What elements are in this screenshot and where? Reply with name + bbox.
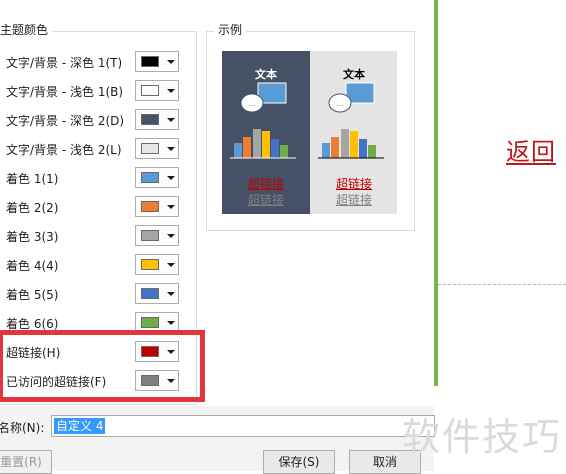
color-picker-button[interactable] — [135, 196, 179, 217]
color-picker-button[interactable] — [135, 283, 179, 304]
theme-color-row: 文字/背景 - 浅色 1(B) — [6, 80, 186, 102]
sample-shapes-icon: … — [318, 82, 384, 159]
sample-hyperlink: 超链接 — [247, 177, 284, 191]
color-swatch — [141, 56, 159, 67]
color-swatch — [141, 201, 159, 212]
chevron-down-icon — [167, 147, 175, 151]
theme-color-label: 着色 5(5) — [6, 288, 59, 302]
theme-colors-title: 主题颜色 — [0, 21, 53, 38]
color-picker-button[interactable] — [135, 254, 179, 275]
theme-color-label: 文字/背景 - 浅色 1(B) — [6, 85, 124, 99]
theme-color-label: 文字/背景 - 深色 1(T) — [6, 56, 123, 70]
theme-color-label: 文字/背景 - 深色 2(D) — [6, 114, 125, 128]
svg-text:…: … — [249, 100, 256, 108]
chevron-down-icon — [167, 321, 175, 325]
theme-color-row: 着色 1(1) — [6, 167, 186, 189]
return-link[interactable]: 返回 — [506, 132, 556, 167]
slide-area — [438, 0, 566, 471]
color-picker-button[interactable] — [135, 138, 179, 159]
color-picker-button[interactable] — [135, 109, 179, 130]
theme-color-label: 文字/背景 - 浅色 2(L) — [6, 143, 122, 157]
name-input[interactable]: 自定义 4 — [51, 415, 435, 437]
chevron-down-icon — [167, 176, 175, 180]
reset-button[interactable]: 重置(R) — [0, 450, 52, 474]
theme-color-row: 着色 2(2) — [6, 196, 186, 218]
sample-visited-hyperlink: 超链接 — [247, 193, 284, 207]
theme-color-row: 着色 3(3) — [6, 225, 186, 247]
theme-color-row: 着色 5(5) — [6, 283, 186, 305]
theme-color-row: 着色 4(4) — [6, 254, 186, 276]
color-swatch — [141, 85, 159, 96]
sample-title: 示例 — [214, 21, 247, 38]
chevron-down-icon — [167, 89, 175, 93]
theme-color-label: 着色 2(2) — [6, 201, 59, 215]
theme-colors-dialog: 主题颜色 文字/背景 - 深色 1(T) 文字/背景 - 浅色 1(B) 文字/背景… — [0, 0, 435, 474]
name-input-value: 自定义 4 — [54, 418, 106, 434]
save-button[interactable]: 保存(S) — [263, 450, 335, 474]
color-swatch — [141, 288, 159, 299]
sample-light-preview: 文本 … 超链接 超链接 — [310, 51, 397, 214]
chevron-down-icon — [167, 263, 175, 267]
sample-dark-preview: 文本 … 超链接 超链接 — [222, 51, 310, 214]
color-picker-button[interactable] — [135, 51, 179, 72]
sample-hyperlink: 超链接 — [335, 177, 372, 191]
dashed-divider — [438, 284, 566, 285]
color-picker-button[interactable] — [135, 225, 179, 246]
chevron-down-icon — [167, 118, 175, 122]
sample-visited-hyperlink: 超链接 — [335, 193, 372, 207]
theme-color-label: 着色 4(4) — [6, 259, 59, 273]
watermark-text: 软件技巧 — [402, 415, 563, 459]
color-swatch — [141, 114, 159, 125]
color-swatch — [141, 259, 159, 270]
highlight-box — [0, 330, 205, 402]
sample-shapes-icon: … — [230, 82, 296, 159]
chevron-down-icon — [167, 60, 175, 64]
name-label: 名称(N): — [0, 421, 45, 435]
theme-color-label: 着色 1(1) — [6, 172, 59, 186]
theme-color-label: 着色 3(3) — [6, 230, 59, 244]
color-picker-button[interactable] — [135, 80, 179, 101]
color-swatch — [141, 172, 159, 183]
theme-color-row: 文字/背景 - 浅色 2(L) — [6, 138, 186, 160]
color-picker-button[interactable] — [135, 167, 179, 188]
svg-text:…: … — [337, 100, 344, 108]
theme-color-row: 文字/背景 - 深色 2(D) — [6, 109, 186, 131]
color-swatch — [141, 230, 159, 241]
chevron-down-icon — [167, 234, 175, 238]
chevron-down-icon — [167, 292, 175, 296]
color-swatch — [141, 143, 159, 154]
color-swatch — [141, 317, 159, 328]
chevron-down-icon — [167, 205, 175, 209]
theme-color-row: 文字/背景 - 深色 1(T) — [6, 51, 186, 73]
